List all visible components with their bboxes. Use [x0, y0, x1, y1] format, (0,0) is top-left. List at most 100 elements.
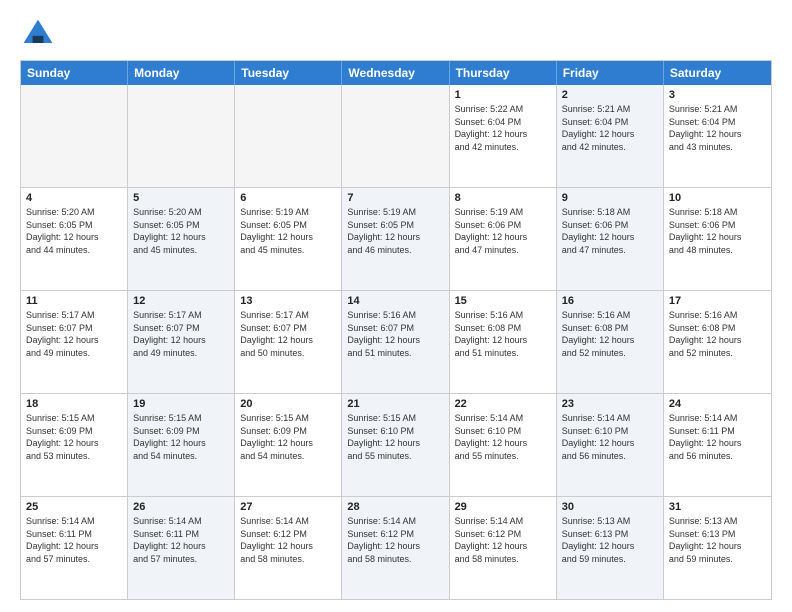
logo-icon	[20, 16, 56, 52]
cell-info: Sunrise: 5:16 AM Sunset: 6:07 PM Dayligh…	[347, 309, 443, 359]
day-number: 8	[455, 192, 551, 204]
day-number: 1	[455, 89, 551, 101]
calendar-cell: 24Sunrise: 5:14 AM Sunset: 6:11 PM Dayli…	[664, 394, 771, 496]
calendar-cell	[21, 85, 128, 187]
day-number: 27	[240, 501, 336, 513]
cell-info: Sunrise: 5:21 AM Sunset: 6:04 PM Dayligh…	[562, 103, 658, 153]
day-number: 22	[455, 398, 551, 410]
cell-info: Sunrise: 5:15 AM Sunset: 6:09 PM Dayligh…	[133, 412, 229, 462]
day-number: 25	[26, 501, 122, 513]
cell-info: Sunrise: 5:18 AM Sunset: 6:06 PM Dayligh…	[669, 206, 766, 256]
cell-info: Sunrise: 5:19 AM Sunset: 6:05 PM Dayligh…	[347, 206, 443, 256]
calendar-cell: 28 Sunrise: 5:14 AM Sunset: 6:12 PM Dayli…	[342, 497, 449, 599]
day-number: 11	[26, 295, 122, 307]
day-number: 21	[347, 398, 443, 410]
header-day-sunday: Sunday	[21, 61, 128, 85]
cell-info: Sunrise: 5:21 AM Sunset: 6:04 PM Dayligh…	[669, 103, 766, 153]
calendar-cell: 4 Sunrise: 5:20 AM Sunset: 6:05 PM Daylig…	[21, 188, 128, 290]
calendar-cell: 16Sunrise: 5:16 AM Sunset: 6:08 PM Dayli…	[557, 291, 664, 393]
cell-info: Sunrise: 5:14 AM Sunset: 6:10 PM Dayligh…	[455, 412, 551, 462]
cell-info: Sunrise: 5:22 AM Sunset: 6:04 PM Dayligh…	[455, 103, 551, 153]
cell-info: Sunrise: 5:14 AM Sunset: 6:11 PM Dayligh…	[669, 412, 766, 462]
header	[20, 16, 772, 52]
calendar-cell	[342, 85, 449, 187]
day-number: 4	[26, 192, 122, 204]
cell-info: Sunrise: 5:20 AM Sunset: 6:05 PM Dayligh…	[133, 206, 229, 256]
header-day-friday: Friday	[557, 61, 664, 85]
calendar-cell: 25 Sunrise: 5:14 AM Sunset: 6:11 PM Dayli…	[21, 497, 128, 599]
cell-info: Sunrise: 5:14 AM Sunset: 6:12 PM Dayligh…	[347, 515, 443, 565]
day-number: 2	[562, 89, 658, 101]
calendar-cell	[235, 85, 342, 187]
calendar-cell: 22 Sunrise: 5:14 AM Sunset: 6:10 PM Dayli…	[450, 394, 557, 496]
calendar: SundayMondayTuesdayWednesdayThursdayFrid…	[20, 60, 772, 600]
header-day-saturday: Saturday	[664, 61, 771, 85]
calendar-cell: 5 Sunrise: 5:20 AM Sunset: 6:05 PM Daylig…	[128, 188, 235, 290]
day-number: 5	[133, 192, 229, 204]
calendar-cell: 11Sunrise: 5:17 AM Sunset: 6:07 PM Dayli…	[21, 291, 128, 393]
day-number: 17	[669, 295, 766, 307]
calendar-week-3: 11 Sunrise: 5:17 AM Sunset: 6:07 PM Dayli…	[21, 290, 771, 393]
page: SundayMondayTuesdayWednesdayThursdayFrid…	[0, 0, 792, 612]
calendar-cell: 13 Sunrise: 5:17 AM Sunset: 6:07 PM Dayli…	[235, 291, 342, 393]
day-number: 15	[455, 295, 551, 307]
calendar-cell: 14Sunrise: 5:16 AM Sunset: 6:07 PM Dayli…	[342, 291, 449, 393]
calendar-cell: 21 Sunrise: 5:15 AM Sunset: 6:10 PM Dayli…	[342, 394, 449, 496]
day-number: 3	[669, 89, 766, 101]
calendar-cell: 17 Sunrise: 5:16 AM Sunset: 6:08 PM Dayli…	[664, 291, 771, 393]
day-number: 19	[133, 398, 229, 410]
calendar-week-1: 1 Sunrise: 5:22 AM Sunset: 6:04 PM Daylig…	[21, 85, 771, 187]
cell-info: Sunrise: 5:15 AM Sunset: 6:09 PM Dayligh…	[240, 412, 336, 462]
calendar-cell: 3 Sunrise: 5:21 AM Sunset: 6:04 PM Daylig…	[664, 85, 771, 187]
cell-info: Sunrise: 5:16 AM Sunset: 6:08 PM Dayligh…	[669, 309, 766, 359]
calendar-cell: 15Sunrise: 5:16 AM Sunset: 6:08 PM Dayli…	[450, 291, 557, 393]
day-number: 10	[669, 192, 766, 204]
calendar-cell: 31Sunrise: 5:13 AM Sunset: 6:13 PM Dayli…	[664, 497, 771, 599]
day-number: 9	[562, 192, 658, 204]
calendar-cell: 8 Sunrise: 5:19 AM Sunset: 6:06 PM Daylig…	[450, 188, 557, 290]
calendar-cell: 9 Sunrise: 5:18 AM Sunset: 6:06 PM Daylig…	[557, 188, 664, 290]
header-day-wednesday: Wednesday	[342, 61, 449, 85]
day-number: 30	[562, 501, 658, 513]
calendar-cell: 2 Sunrise: 5:21 AM Sunset: 6:04 PM Daylig…	[557, 85, 664, 187]
cell-info: Sunrise: 5:19 AM Sunset: 6:05 PM Dayligh…	[240, 206, 336, 256]
cell-info: Sunrise: 5:20 AM Sunset: 6:05 PM Dayligh…	[26, 206, 122, 256]
cell-info: Sunrise: 5:14 AM Sunset: 6:11 PM Dayligh…	[26, 515, 122, 565]
header-day-tuesday: Tuesday	[235, 61, 342, 85]
calendar-cell: 30 Sunrise: 5:13 AM Sunset: 6:13 PM Dayli…	[557, 497, 664, 599]
cell-info: Sunrise: 5:18 AM Sunset: 6:06 PM Dayligh…	[562, 206, 658, 256]
cell-info: Sunrise: 5:14 AM Sunset: 6:10 PM Dayligh…	[562, 412, 658, 462]
calendar-week-5: 25 Sunrise: 5:14 AM Sunset: 6:11 PM Dayli…	[21, 496, 771, 599]
calendar-cell: 26Sunrise: 5:14 AM Sunset: 6:11 PM Dayli…	[128, 497, 235, 599]
cell-info: Sunrise: 5:14 AM Sunset: 6:12 PM Dayligh…	[455, 515, 551, 565]
calendar-body: 1 Sunrise: 5:22 AM Sunset: 6:04 PM Daylig…	[21, 85, 771, 599]
day-number: 12	[133, 295, 229, 307]
cell-info: Sunrise: 5:19 AM Sunset: 6:06 PM Dayligh…	[455, 206, 551, 256]
cell-info: Sunrise: 5:17 AM Sunset: 6:07 PM Dayligh…	[240, 309, 336, 359]
calendar-cell: 1 Sunrise: 5:22 AM Sunset: 6:04 PM Daylig…	[450, 85, 557, 187]
day-number: 6	[240, 192, 336, 204]
day-number: 28	[347, 501, 443, 513]
cell-info: Sunrise: 5:15 AM Sunset: 6:09 PM Dayligh…	[26, 412, 122, 462]
calendar-cell: 18 Sunrise: 5:15 AM Sunset: 6:09 PM Dayli…	[21, 394, 128, 496]
cell-info: Sunrise: 5:17 AM Sunset: 6:07 PM Dayligh…	[133, 309, 229, 359]
cell-info: Sunrise: 5:14 AM Sunset: 6:12 PM Dayligh…	[240, 515, 336, 565]
calendar-cell: 27 Sunrise: 5:14 AM Sunset: 6:12 PM Dayli…	[235, 497, 342, 599]
calendar-cell: 19 Sunrise: 5:15 AM Sunset: 6:09 PM Dayli…	[128, 394, 235, 496]
day-number: 20	[240, 398, 336, 410]
day-number: 7	[347, 192, 443, 204]
day-number: 26	[133, 501, 229, 513]
cell-info: Sunrise: 5:13 AM Sunset: 6:13 PM Dayligh…	[562, 515, 658, 565]
calendar-week-2: 4 Sunrise: 5:20 AM Sunset: 6:05 PM Daylig…	[21, 187, 771, 290]
day-number: 29	[455, 501, 551, 513]
day-number: 18	[26, 398, 122, 410]
calendar-cell: 10 Sunrise: 5:18 AM Sunset: 6:06 PM Dayli…	[664, 188, 771, 290]
calendar-cell: 6 Sunrise: 5:19 AM Sunset: 6:05 PM Daylig…	[235, 188, 342, 290]
logo	[20, 16, 60, 52]
cell-info: Sunrise: 5:15 AM Sunset: 6:10 PM Dayligh…	[347, 412, 443, 462]
header-day-thursday: Thursday	[450, 61, 557, 85]
calendar-cell: 20 Sunrise: 5:15 AM Sunset: 6:09 PM Dayli…	[235, 394, 342, 496]
calendar-cell	[128, 85, 235, 187]
day-number: 23	[562, 398, 658, 410]
day-number: 13	[240, 295, 336, 307]
